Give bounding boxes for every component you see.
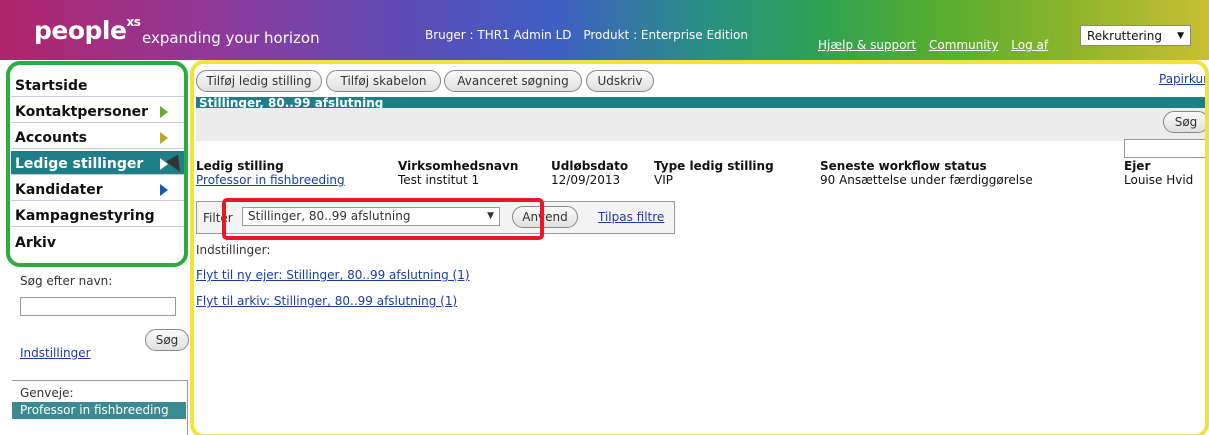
nav-item-ledige-stillinger[interactable]: Ledige stillinger [11, 151, 184, 175]
nav-item-label: Kontaktpersoner [15, 104, 149, 120]
top-links: Hjælp & support Community Log af [818, 38, 1057, 52]
list-search-button[interactable]: Søg [1163, 111, 1209, 133]
move-to-archive-link[interactable]: Flyt til arkiv: Stillinger, 80..99 afslu… [196, 294, 457, 308]
sidebar-search-button[interactable]: Søg [145, 329, 189, 351]
add-template-button[interactable]: Tilføj skabelon [326, 70, 441, 92]
column-header[interactable]: Type ledig stilling [654, 159, 774, 173]
settings-section-label: Indstillinger: [196, 243, 271, 257]
table-cell: Test institut 1 [398, 173, 480, 187]
column-header[interactable]: Seneste workflow status [820, 159, 987, 173]
add-vacancy-button[interactable]: Tilføj ledig stilling [196, 70, 322, 92]
shortcuts-panel: Genveje: Professor in fishbreeding [12, 380, 188, 435]
user-label: Bruger : THR1 Admin LD [425, 28, 572, 42]
app-header: peoplexs expanding your horizon Bruger :… [0, 0, 1209, 60]
table-cell: 12/09/2013 [551, 173, 621, 187]
column-header[interactable]: Ledig stilling [196, 159, 284, 173]
trash-link[interactable]: Papirkur [1159, 72, 1208, 86]
table-cell[interactable]: Professor in fishbreeding [196, 173, 345, 187]
vacancy-link[interactable]: Professor in fishbreeding [196, 173, 345, 187]
column-header[interactable]: Ejer [1124, 159, 1150, 173]
customize-filters-link[interactable]: Tilpas filtre [598, 210, 664, 224]
table-cell: 90 Ansættelse under færdiggørelse [820, 173, 1033, 187]
user-info: Bruger : THR1 Admin LD Produkt : Enterpr… [425, 28, 756, 42]
advanced-search-button[interactable]: Avanceret søgning [444, 70, 582, 92]
move-to-owner-link[interactable]: Flyt til ny ejer: Stillinger, 80..99 afs… [196, 268, 470, 282]
column-header[interactable]: Udløbsdato [551, 159, 628, 173]
arrow-right-icon [160, 132, 168, 144]
chevron-down-icon: ▼ [1177, 30, 1184, 41]
nav-item-label: Startside [15, 78, 88, 94]
nav-item-label: Kandidater [15, 182, 103, 198]
nav-item-accounts[interactable]: Accounts [11, 125, 184, 149]
module-select[interactable]: Rekruttering ▼ [1080, 25, 1191, 46]
arrow-right-icon [160, 184, 168, 196]
shortcut-item[interactable]: Professor in fishbreeding [12, 402, 186, 419]
settings-link[interactable]: Indstillinger [20, 346, 91, 360]
tagline: expanding your horizon [142, 29, 320, 47]
arrow-right-icon [160, 106, 168, 118]
nav-item-kampagnestyring[interactable]: Kampagnestyring [11, 203, 184, 227]
nav-item-label: Kampagnestyring [15, 208, 155, 224]
logout-link[interactable]: Log af [1011, 38, 1048, 52]
list-search-input[interactable] [1124, 139, 1209, 158]
print-button[interactable]: Udskriv [586, 70, 654, 92]
product-label: Produkt : Enterprise Edition [583, 28, 748, 42]
nav-item-label: Accounts [15, 130, 88, 146]
nav-item-kandidater[interactable]: Kandidater [11, 177, 184, 201]
community-link[interactable]: Community [929, 38, 998, 52]
nav-item-label: Ledige stillinger [15, 156, 144, 172]
nav-item-startside[interactable]: Startside [11, 73, 184, 97]
nav-item-arkiv[interactable]: Arkiv [11, 229, 184, 253]
people-xs-logo[interactable]: peoplexs [34, 15, 141, 45]
search-name-label: Søg efter navn: [20, 274, 113, 288]
nav-item-kontaktpersoner[interactable]: Kontaktpersoner [11, 99, 184, 123]
module-select-value: Rekruttering [1087, 28, 1162, 43]
table-cell: Louise Hvid [1124, 173, 1194, 187]
shortcuts-label: Genveje: [20, 386, 74, 400]
table-cell: VIP [654, 173, 673, 187]
filter-highlight-box [222, 198, 544, 240]
nav-item-label: Arkiv [15, 234, 56, 251]
help-support-link[interactable]: Hjælp & support [818, 38, 916, 52]
list-search-area [196, 108, 1209, 141]
search-name-input[interactable] [20, 297, 176, 316]
column-header[interactable]: Virksomhedsnavn [398, 159, 518, 173]
